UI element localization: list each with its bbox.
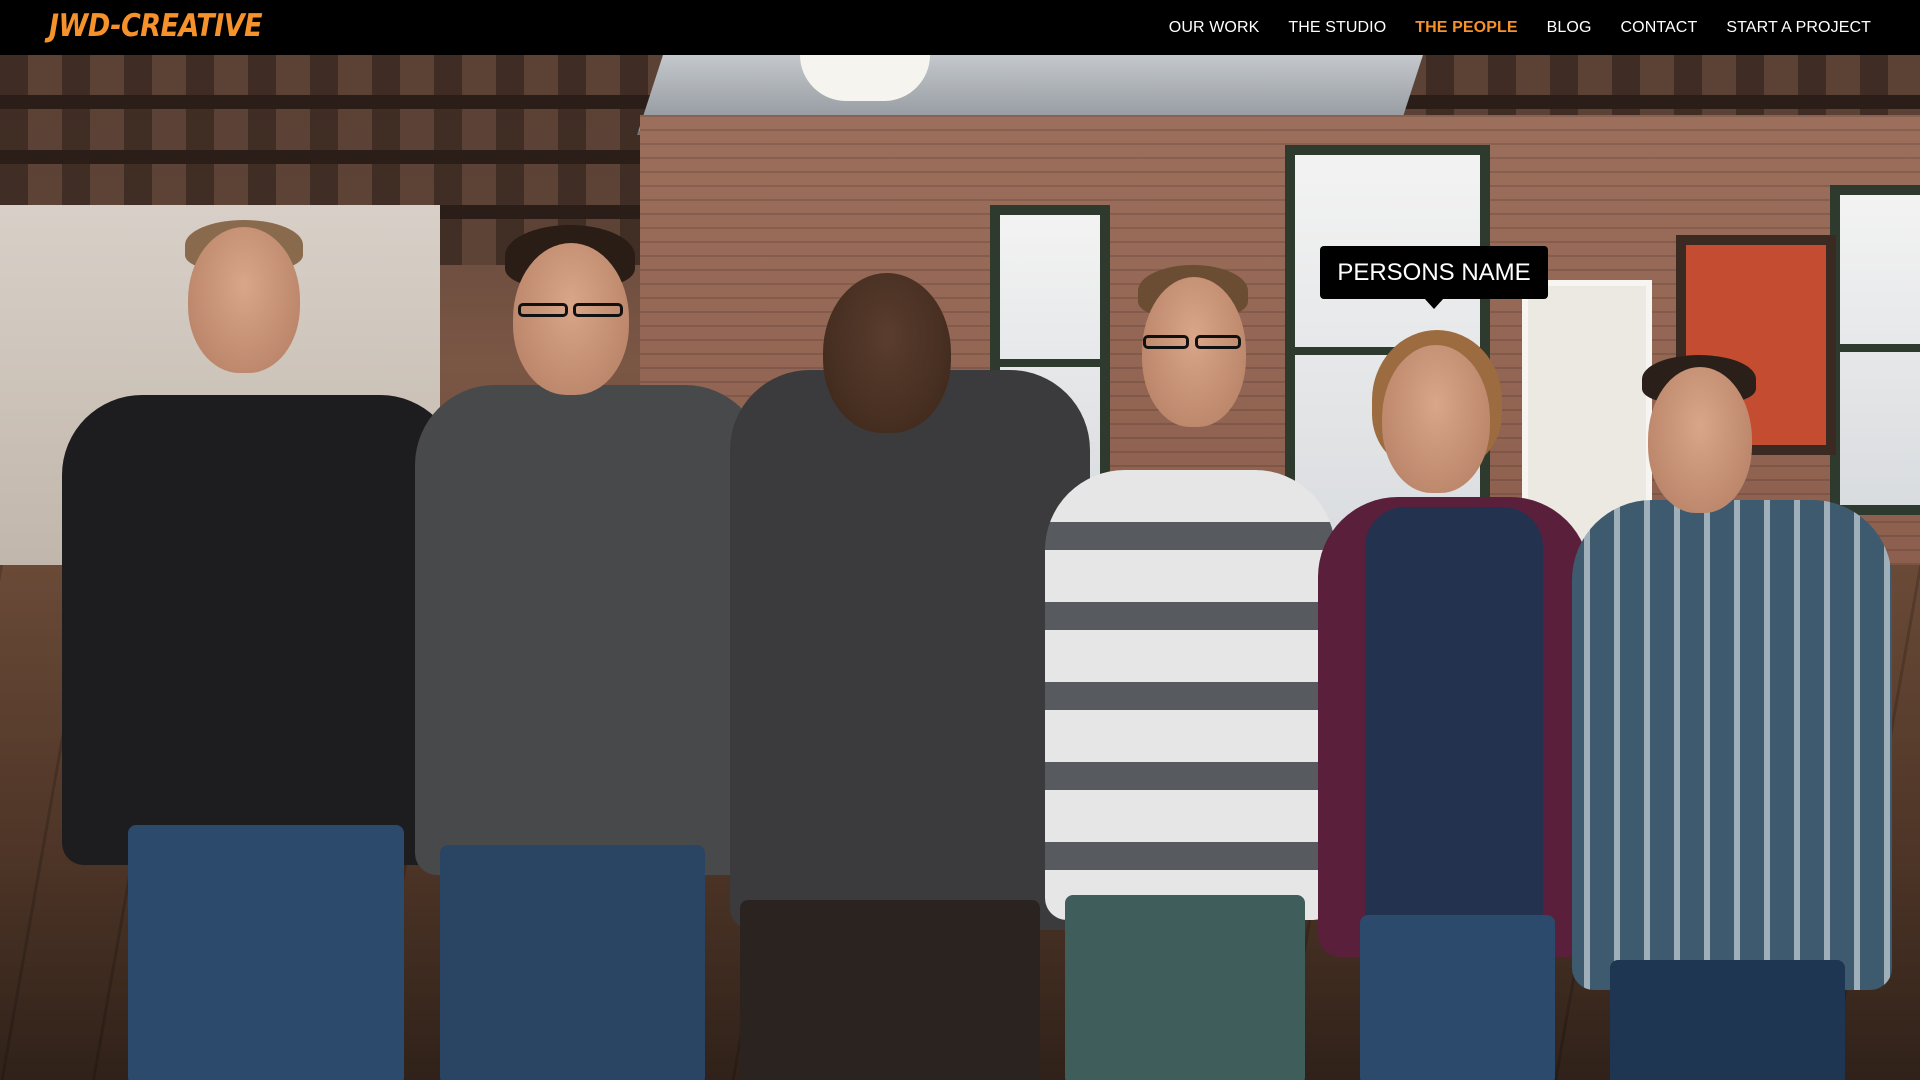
- person-5-jeans: [1360, 915, 1555, 1080]
- nav-the-people[interactable]: THE PEOPLE: [1415, 19, 1517, 37]
- person-6-head: [1648, 367, 1752, 513]
- person-5-top: [1365, 507, 1543, 937]
- person-4-head: [1142, 277, 1246, 427]
- nav-contact[interactable]: CONTACT: [1621, 19, 1698, 37]
- person-name-tooltip: PERSONS NAME: [1320, 246, 1548, 299]
- top-navbar: JWD-CREATIVE OUR WORK THE STUDIO THE PEO…: [0, 0, 1920, 55]
- person-4-pants: [1065, 895, 1305, 1080]
- person-1-head: [188, 227, 300, 373]
- person-3-pants: [740, 900, 1040, 1080]
- person-2-shirt: [415, 385, 765, 875]
- glasses-icon: [518, 303, 568, 317]
- office-window: [1830, 185, 1920, 515]
- person-6-plaid-shirt: [1572, 500, 1892, 990]
- nav-start-a-project[interactable]: START A PROJECT: [1726, 19, 1871, 37]
- glasses-icon: [573, 303, 623, 317]
- tooltip-arrow-icon: [1424, 298, 1444, 309]
- nav-blog[interactable]: BLOG: [1547, 19, 1592, 37]
- nav-the-studio[interactable]: THE STUDIO: [1288, 19, 1386, 37]
- glasses-icon: [1195, 335, 1241, 349]
- nav-our-work[interactable]: OUR WORK: [1169, 19, 1260, 37]
- person-1-hoodie: [62, 395, 460, 865]
- person-3-head: [823, 273, 951, 433]
- site-logo[interactable]: JWD-CREATIVE: [49, 9, 263, 45]
- person-2-jeans: [440, 845, 705, 1080]
- tooltip-label: PERSONS NAME: [1337, 258, 1531, 286]
- person-1-jeans: [128, 825, 404, 1080]
- team-photo-scene: [0, 55, 1920, 1080]
- person-5-head: [1382, 345, 1490, 493]
- main-nav: OUR WORK THE STUDIO THE PEOPLE BLOG CONT…: [1140, 0, 1871, 55]
- person-2-head: [513, 243, 629, 395]
- person-4-striped-shirt: [1045, 470, 1335, 920]
- glasses-icon: [1143, 335, 1189, 349]
- person-6-jeans: [1610, 960, 1845, 1080]
- person-3-hoodie: [730, 370, 1090, 930]
